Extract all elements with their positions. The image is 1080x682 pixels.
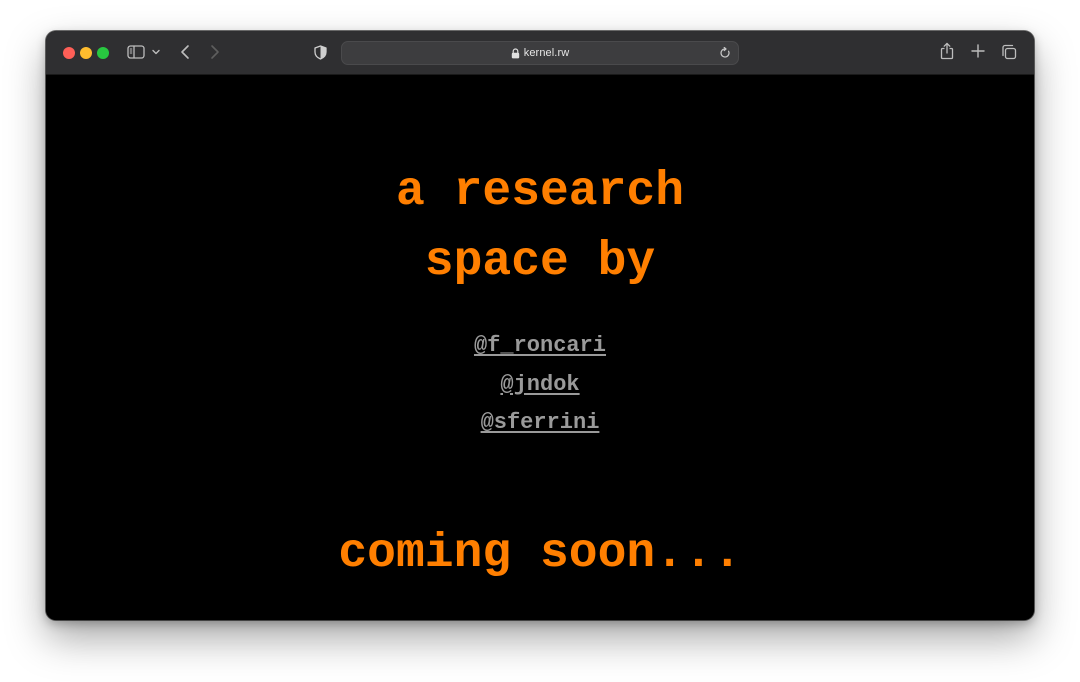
url-text: kernel.rw	[523, 47, 570, 59]
handle-link-jndok[interactable]: @jndok	[46, 366, 1034, 405]
minimize-window-button[interactable]	[80, 47, 92, 59]
share-icon[interactable]	[939, 41, 955, 61]
zoom-window-button[interactable]	[97, 47, 109, 59]
chevron-down-icon[interactable]	[151, 45, 161, 59]
page-content: a research space by @f_roncari @jndok @s…	[46, 75, 1034, 620]
tabs-overview-icon[interactable]	[1000, 43, 1017, 60]
address-bar[interactable]: kernel.rw	[341, 41, 739, 65]
coming-soon-text: coming soon...	[338, 527, 742, 581]
handle-link-f-roncari[interactable]: @f_roncari	[46, 327, 1034, 366]
chevron-left-icon[interactable]	[178, 43, 192, 61]
sidebar-icon[interactable]	[127, 44, 145, 60]
author-handles: @f_roncari @jndok @sferrini	[46, 327, 1034, 443]
close-window-button[interactable]	[63, 47, 75, 59]
handle-link-sferrini[interactable]: @sferrini	[46, 404, 1034, 443]
reload-icon[interactable]	[719, 47, 731, 59]
chevron-right-icon[interactable]	[208, 43, 222, 61]
browser-window: kernel.rw a research space by @f_roncari…	[46, 31, 1034, 620]
browser-toolbar: kernel.rw	[46, 31, 1034, 75]
plus-icon[interactable]	[970, 43, 986, 59]
lock-icon	[511, 47, 520, 59]
shield-icon[interactable]	[312, 43, 328, 61]
headline-line-2: space by	[424, 235, 656, 289]
headline-line-1: a research	[395, 165, 685, 219]
